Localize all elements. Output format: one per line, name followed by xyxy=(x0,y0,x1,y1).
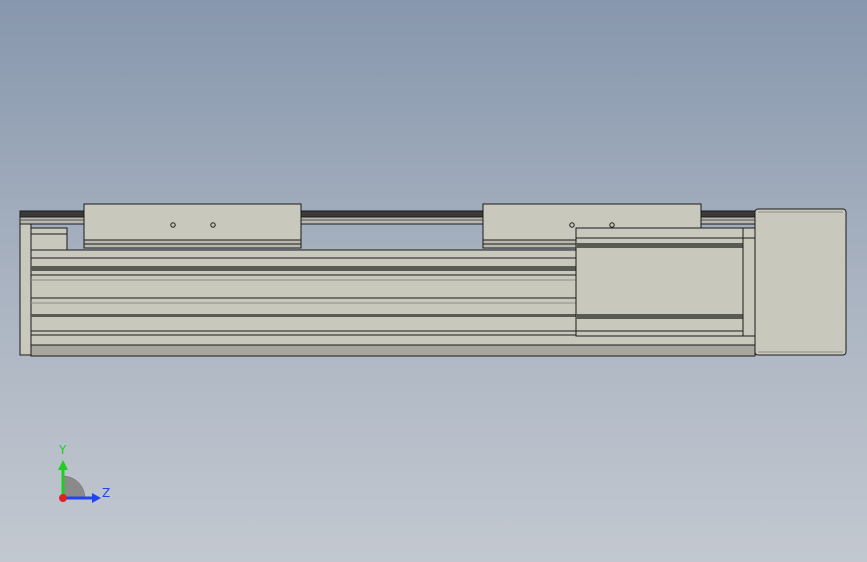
cad-viewport[interactable]: Y Z xyxy=(0,0,867,562)
z-axis-label: Z xyxy=(102,486,110,500)
left-end-cap-inner xyxy=(30,227,68,251)
x-axis-icon xyxy=(59,494,67,502)
left-end-plate xyxy=(19,211,32,356)
motor-adapter-block xyxy=(575,227,756,337)
motor-housing[interactable] xyxy=(754,208,847,356)
linear-actuator-model[interactable] xyxy=(0,0,867,562)
triad-arc-icon xyxy=(62,475,86,499)
carriage-left[interactable] xyxy=(83,203,302,249)
y-axis-label: Y xyxy=(58,443,67,457)
coordinate-triad: Y Z xyxy=(58,443,110,503)
